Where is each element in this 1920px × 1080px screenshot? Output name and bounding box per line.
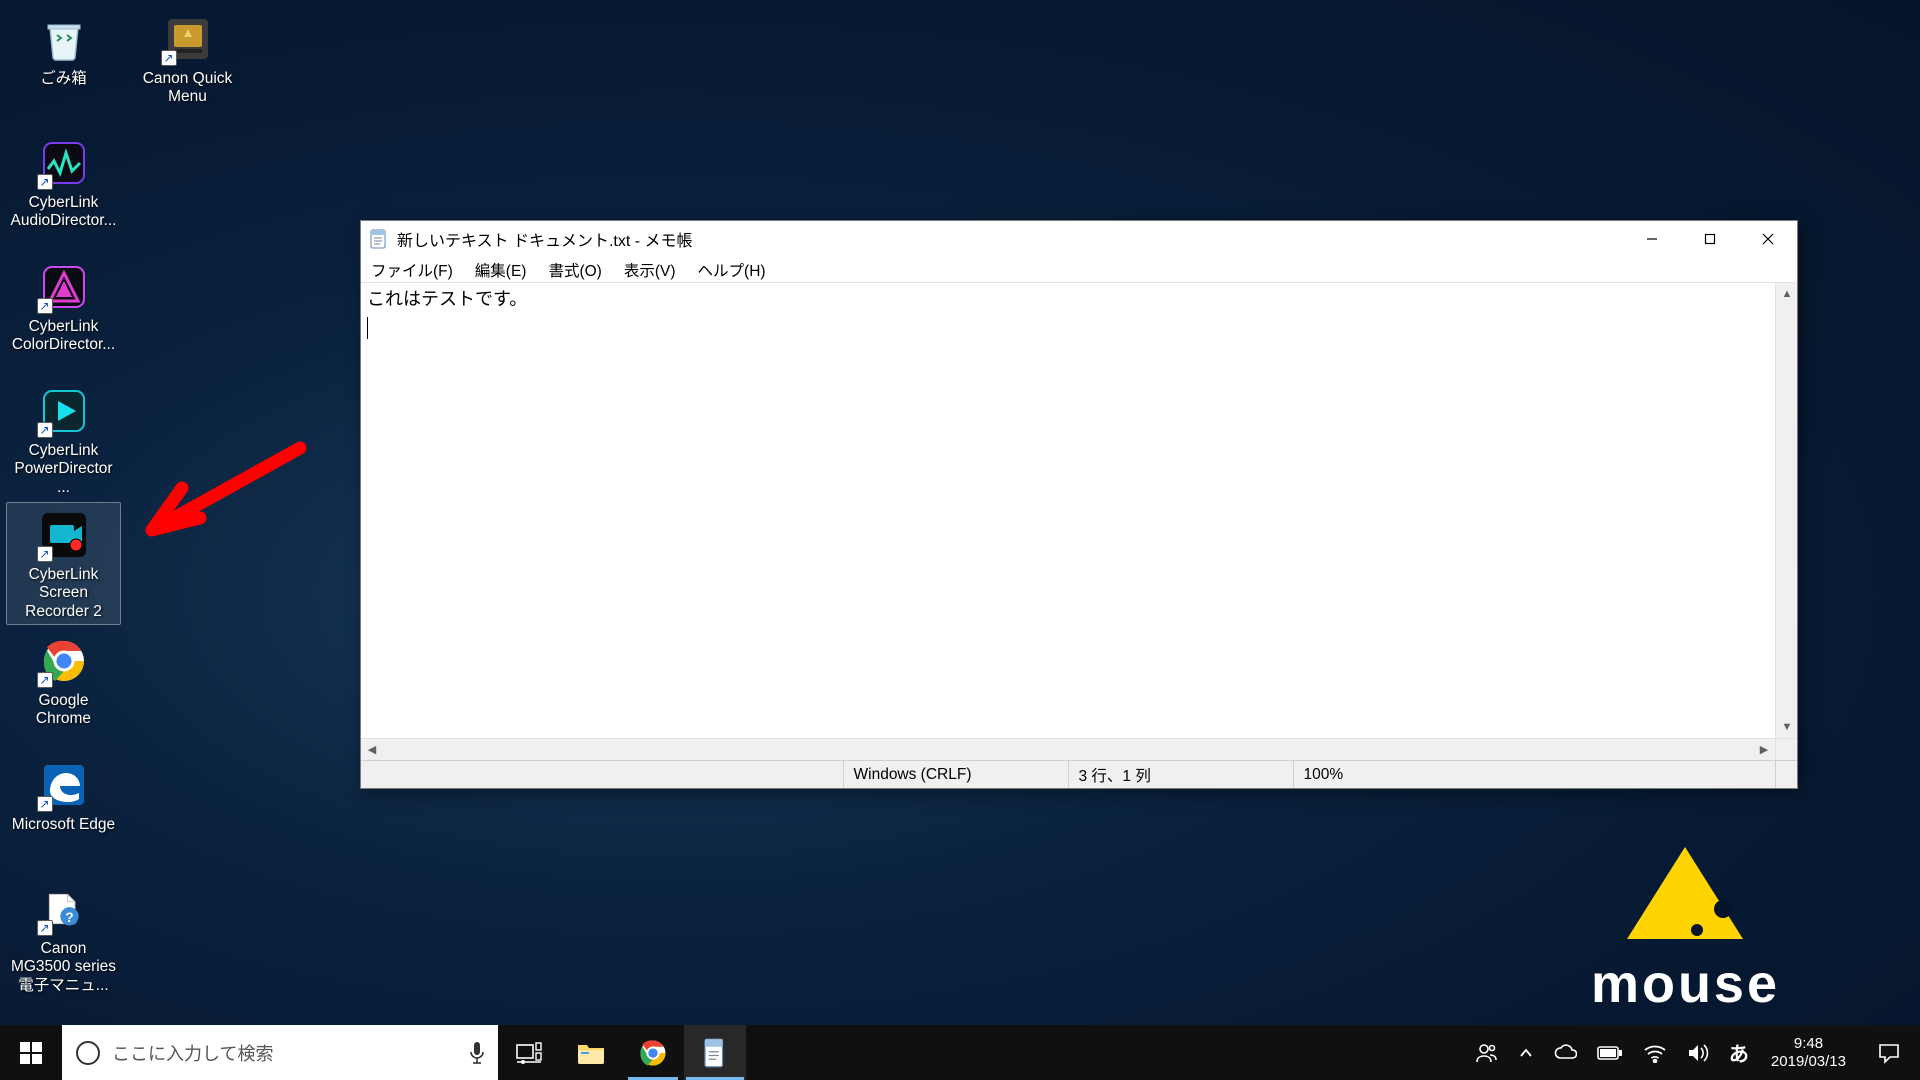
desktop-icon-chrome[interactable]: ↗ Google Chrome bbox=[6, 628, 121, 733]
start-button[interactable] bbox=[0, 1025, 62, 1080]
desktop-icon-audiodirector[interactable]: ↗ CyberLink AudioDirector... bbox=[6, 130, 121, 235]
microphone-icon[interactable] bbox=[468, 1041, 486, 1065]
minimize-icon bbox=[1646, 233, 1658, 245]
desktop-icon-label: CyberLink PowerDirector ... bbox=[10, 442, 117, 497]
status-cursor: 3 行、1 列 bbox=[1068, 761, 1293, 788]
chrome-icon bbox=[638, 1038, 668, 1068]
tray-volume[interactable] bbox=[1677, 1025, 1719, 1080]
notepad-app-icon bbox=[369, 229, 389, 249]
close-icon bbox=[1762, 233, 1774, 245]
wifi-icon bbox=[1643, 1043, 1667, 1063]
brand-wordmark: mouse bbox=[1591, 953, 1780, 1015]
desktop-icon-label: Canon Quick Menu bbox=[134, 70, 241, 107]
scroll-right-icon[interactable]: ▶ bbox=[1753, 739, 1775, 760]
recycle-bin-icon bbox=[40, 15, 88, 63]
status-spacer bbox=[361, 761, 843, 788]
desktop-surface[interactable]: ごみ箱 ↗ CyberLink AudioDirector... ↗ Cyber… bbox=[0, 0, 1920, 1080]
scrollbar-corner bbox=[1775, 739, 1797, 760]
menu-bar: ファイル(F) 編集(E) 書式(O) 表示(V) ヘルプ(H) bbox=[361, 257, 1797, 283]
desktop-icon-canon-quick-menu[interactable]: ↗ Canon Quick Menu bbox=[130, 6, 245, 111]
menu-view[interactable]: 表示(V) bbox=[620, 258, 680, 282]
status-zoom: 100% bbox=[1293, 761, 1776, 788]
taskbar-app-notepad[interactable] bbox=[684, 1025, 746, 1080]
maximize-icon bbox=[1704, 233, 1716, 245]
desktop-icon-label: CyberLink Screen Recorder 2 bbox=[10, 566, 117, 621]
horizontal-scrollbar[interactable]: ◀ ▶ bbox=[361, 738, 1797, 760]
scroll-left-icon[interactable]: ◀ bbox=[361, 739, 383, 760]
desktop-icon-screen-recorder[interactable]: ↗ CyberLink Screen Recorder 2 bbox=[6, 502, 121, 625]
menu-format[interactable]: 書式(O) bbox=[544, 258, 605, 282]
search-placeholder: ここに入力して検索 bbox=[112, 1040, 456, 1066]
desktop-icon-label: CyberLink AudioDirector... bbox=[10, 194, 117, 231]
cortana-icon bbox=[76, 1041, 100, 1065]
annotation-arrow-icon bbox=[140, 438, 310, 558]
taskbar[interactable]: ここに入力して検索 bbox=[0, 1025, 1920, 1080]
menu-edit[interactable]: 編集(E) bbox=[471, 258, 531, 282]
tray-battery[interactable] bbox=[1587, 1025, 1633, 1080]
editor-text[interactable]: これはテストです。 bbox=[361, 283, 1775, 738]
tray-overflow[interactable] bbox=[1509, 1025, 1543, 1080]
taskbar-app-chrome[interactable] bbox=[622, 1025, 684, 1080]
svg-text:?: ? bbox=[65, 910, 73, 925]
chevron-up-icon bbox=[1519, 1046, 1533, 1060]
battery-icon bbox=[1597, 1045, 1623, 1061]
desktop-icon-label: Google Chrome bbox=[10, 692, 117, 729]
menu-file[interactable]: ファイル(F) bbox=[367, 258, 457, 282]
editor-area[interactable]: これはテストです。 ▲ ▼ bbox=[361, 283, 1797, 738]
tray-onedrive[interactable] bbox=[1543, 1025, 1587, 1080]
tray-action-center[interactable] bbox=[1858, 1025, 1920, 1080]
desktop-icon-label: CyberLink ColorDirector... bbox=[10, 318, 117, 355]
scroll-up-icon[interactable]: ▲ bbox=[1776, 283, 1797, 305]
tray-people[interactable] bbox=[1465, 1025, 1509, 1080]
menu-help[interactable]: ヘルプ(H) bbox=[694, 258, 770, 282]
windows-logo-icon bbox=[20, 1042, 42, 1064]
notepad-window[interactable]: 新しいテキスト ドキュメント.txt - メモ帳 ファイル(F) 編集(E) 書… bbox=[360, 220, 1798, 789]
window-close-button[interactable] bbox=[1739, 221, 1797, 257]
window-title: 新しいテキスト ドキュメント.txt - メモ帳 bbox=[397, 227, 693, 251]
desktop-icon-powerdirector[interactable]: ↗ CyberLink PowerDirector ... bbox=[6, 378, 121, 501]
clock-date: 2019/03/13 bbox=[1771, 1053, 1846, 1071]
speaker-icon bbox=[1687, 1043, 1709, 1063]
status-encoding: Windows (CRLF) bbox=[843, 761, 1068, 788]
resize-grip-icon bbox=[1786, 768, 1787, 782]
desktop-icon-canon-manual[interactable]: ? ↗ Canon MG3500 series 電子マニュ... bbox=[6, 876, 121, 999]
tray-clock[interactable]: 9:48 2019/03/13 bbox=[1759, 1025, 1858, 1080]
tray-wifi[interactable] bbox=[1633, 1025, 1677, 1080]
resize-grip[interactable] bbox=[1775, 761, 1797, 788]
cloud-icon bbox=[1553, 1044, 1577, 1062]
titlebar[interactable]: 新しいテキスト ドキュメント.txt - メモ帳 bbox=[361, 221, 1797, 257]
taskbar-app-file-explorer[interactable] bbox=[560, 1025, 622, 1080]
window-maximize-button[interactable] bbox=[1681, 221, 1739, 257]
notepad-icon bbox=[702, 1038, 728, 1068]
tray-ime[interactable]: あ bbox=[1719, 1025, 1759, 1080]
desktop-icon-colordirector[interactable]: ↗ CyberLink ColorDirector... bbox=[6, 254, 121, 359]
brand-logo: mouse bbox=[1591, 847, 1780, 1015]
people-icon bbox=[1475, 1041, 1499, 1065]
file-explorer-icon bbox=[576, 1040, 606, 1066]
scroll-down-icon[interactable]: ▼ bbox=[1776, 716, 1797, 738]
desktop-icon-label: Microsoft Edge bbox=[12, 816, 115, 834]
clock-time: 9:48 bbox=[1794, 1035, 1823, 1053]
task-view-icon bbox=[516, 1042, 542, 1064]
mouse-cheese-icon bbox=[1625, 847, 1745, 942]
notification-icon bbox=[1877, 1042, 1901, 1064]
desktop-icon-label: Canon MG3500 series 電子マニュ... bbox=[10, 940, 117, 995]
vertical-scrollbar[interactable]: ▲ ▼ bbox=[1775, 283, 1797, 738]
desktop-icon-recycle-bin[interactable]: ごみ箱 bbox=[6, 6, 121, 92]
desktop-icon-label: ごみ箱 bbox=[40, 70, 87, 88]
taskbar-search[interactable]: ここに入力して検索 bbox=[62, 1025, 498, 1080]
status-bar: Windows (CRLF) 3 行、1 列 100% bbox=[361, 760, 1797, 788]
desktop-icon-edge[interactable]: ↗ Microsoft Edge bbox=[6, 752, 121, 838]
window-minimize-button[interactable] bbox=[1623, 221, 1681, 257]
system-tray: あ 9:48 2019/03/13 bbox=[1465, 1025, 1920, 1080]
task-view-button[interactable] bbox=[498, 1025, 560, 1080]
editor-line-1: これはテストです。 bbox=[367, 289, 527, 310]
